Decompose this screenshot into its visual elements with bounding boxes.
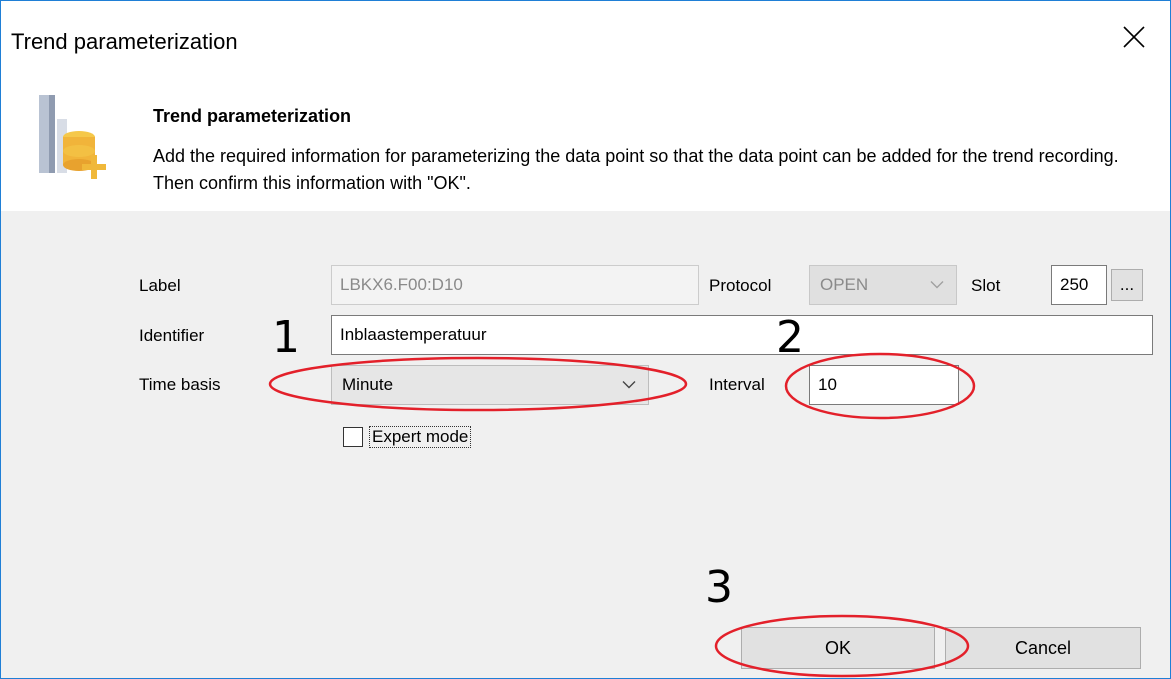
protocol-value: OPEN	[820, 275, 869, 294]
annotation-number-3: 3	[705, 562, 733, 613]
annotation-number-2: 2	[776, 312, 804, 363]
interval-field[interactable]: 10	[809, 365, 959, 405]
expert-mode-checkbox[interactable]	[343, 427, 363, 447]
time-basis-caption: Time basis	[139, 375, 221, 394]
title-bar: Trend parameterization	[1, 1, 1170, 81]
interval-caption: Interval	[709, 375, 765, 394]
slot-caption: Slot	[971, 276, 1001, 295]
protocol-caption: Protocol	[709, 276, 772, 295]
identifier-field[interactable]: Inblaastemperatuur	[331, 315, 1153, 355]
time-basis-select[interactable]: Minute	[331, 365, 649, 405]
time-basis-value: Minute	[342, 375, 394, 394]
label-field: LBKX6.F00:D10	[331, 265, 699, 305]
cancel-button[interactable]: Cancel	[945, 627, 1141, 669]
chevron-down-icon	[622, 381, 636, 389]
trend-database-add-icon	[39, 95, 106, 179]
protocol-select: OPEN	[809, 265, 957, 305]
slot-field[interactable]: 250	[1051, 265, 1107, 305]
window-title: Trend parameterization	[11, 29, 238, 54]
header-title: Trend parameterization	[153, 106, 352, 126]
expert-mode-label[interactable]: Expert mode	[369, 426, 472, 448]
identifier-caption: Identifier	[139, 326, 205, 345]
chevron-down-icon	[930, 281, 944, 289]
trend-parameterization-dialog: Trend parameterization Trend parameteriz…	[0, 0, 1171, 679]
slot-browse-button[interactable]: ...	[1111, 269, 1143, 301]
dialog-header: Trend parameterization Add the required …	[1, 81, 1170, 211]
label-caption: Label	[139, 276, 181, 295]
header-description: Add the required information for paramet…	[153, 146, 1119, 193]
ok-button[interactable]: OK	[741, 627, 935, 669]
close-icon[interactable]	[1118, 21, 1150, 53]
annotation-number-1: 1	[272, 312, 300, 363]
